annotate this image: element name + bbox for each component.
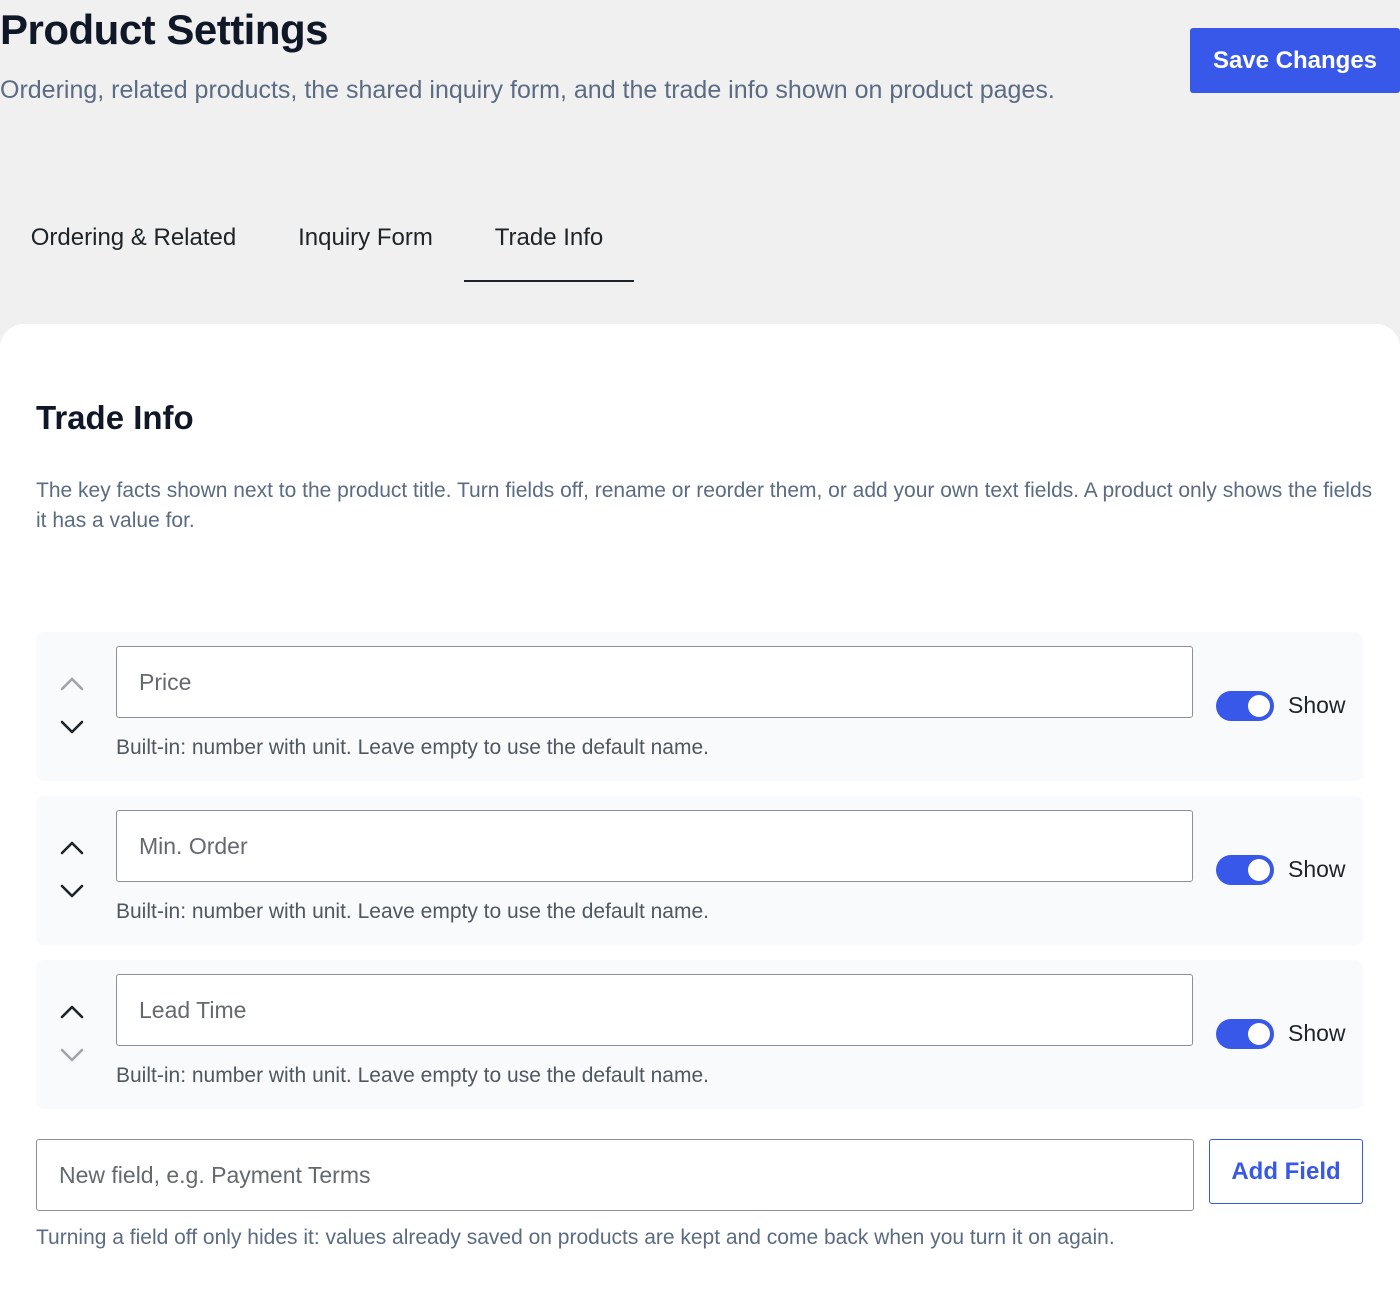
trade-field-row-min-order: Built-in: number with unit. Leave empty …	[36, 796, 1363, 945]
move-up-button[interactable]	[56, 996, 88, 1028]
save-changes-button[interactable]: Save Changes	[1190, 28, 1400, 93]
field-name-input[interactable]	[116, 974, 1193, 1046]
move-down-button[interactable]	[56, 1039, 88, 1071]
page-title: Product Settings	[0, 6, 329, 53]
section-description: The key facts shown next to the product …	[36, 479, 1373, 532]
chevron-down-icon	[60, 1048, 84, 1062]
new-field-input[interactable]	[36, 1139, 1194, 1211]
chevron-down-icon	[60, 884, 84, 898]
page-subtitle: Ordering, related products, the shared i…	[0, 76, 1055, 104]
field-help-text: Built-in: number with unit. Leave empty …	[116, 900, 709, 923]
field-help-text: Built-in: number with unit. Leave empty …	[116, 736, 709, 759]
toggle-knob	[1248, 859, 1270, 881]
settings-tabs: Ordering & Related Inquiry Form Trade In…	[0, 196, 700, 282]
chevron-up-icon	[60, 1005, 84, 1019]
tab-trade-info[interactable]: Trade Info	[464, 196, 634, 282]
field-help-text: Built-in: number with unit. Leave empty …	[116, 1064, 709, 1087]
chevron-up-icon	[60, 841, 84, 855]
trade-field-row-price: Built-in: number with unit. Leave empty …	[36, 632, 1363, 781]
toggle-knob	[1248, 695, 1270, 717]
move-up-button[interactable]	[56, 668, 88, 700]
show-toggle-label: Show	[1288, 1020, 1346, 1046]
show-toggle-label: Show	[1288, 856, 1346, 882]
trade-field-row-lead-time: Built-in: number with unit. Leave empty …	[36, 960, 1363, 1109]
move-down-button[interactable]	[56, 875, 88, 907]
tab-ordering-related[interactable]: Ordering & Related	[0, 196, 267, 280]
move-up-button[interactable]	[56, 832, 88, 864]
chevron-up-icon	[60, 677, 84, 691]
tab-inquiry-form[interactable]: Inquiry Form	[267, 196, 464, 280]
field-name-input[interactable]	[116, 646, 1193, 718]
show-toggle[interactable]	[1216, 855, 1274, 885]
move-down-button[interactable]	[56, 711, 88, 743]
toggle-knob	[1248, 1023, 1270, 1045]
footer-note: Turning a field off only hides it: value…	[36, 1226, 1115, 1249]
add-field-button[interactable]: Add Field	[1209, 1139, 1363, 1204]
show-toggle[interactable]	[1216, 691, 1274, 721]
show-toggle[interactable]	[1216, 1019, 1274, 1049]
field-name-input[interactable]	[116, 810, 1193, 882]
show-toggle-label: Show	[1288, 692, 1346, 718]
chevron-down-icon	[60, 720, 84, 734]
section-title: Trade Info	[36, 399, 194, 436]
